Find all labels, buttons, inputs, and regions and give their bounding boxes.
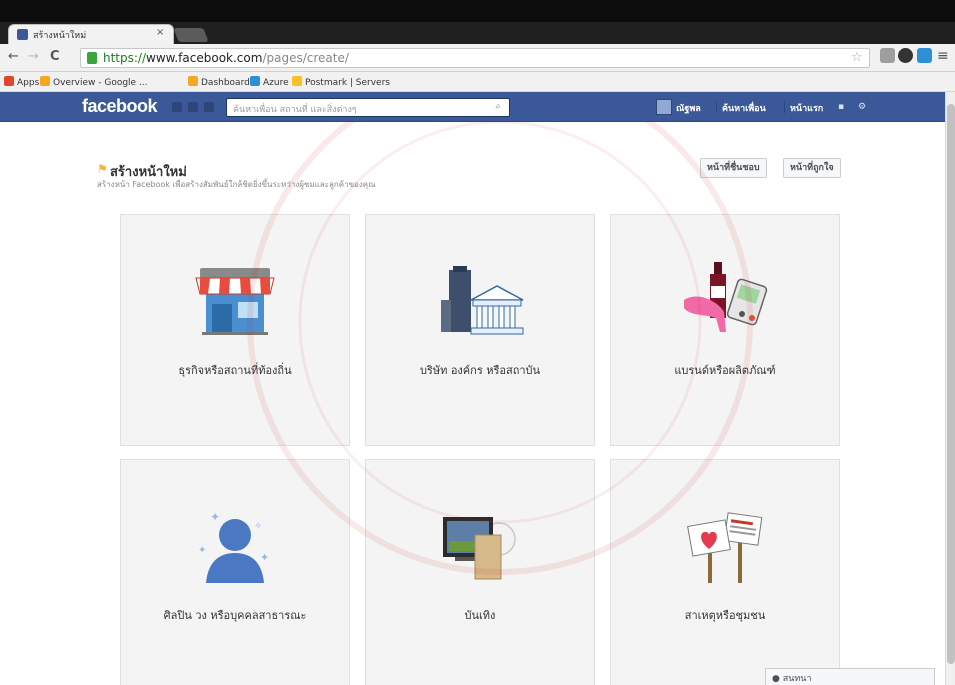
extension-blue-icon[interactable] (917, 48, 932, 63)
facebook-favicon-icon (17, 29, 28, 40)
category-label: สาเหตุหรือชุมชน (684, 609, 766, 622)
facebook-top-bar: facebook ค้นหาเพื่อน สถานที่ และสิ่งต่าง… (0, 92, 945, 122)
nav-divider (716, 101, 717, 113)
postmark-icon (292, 76, 302, 86)
svg-text:✦: ✦ (210, 510, 220, 524)
nav-home-link[interactable]: หน้าแรก (790, 101, 823, 115)
tab-close-icon[interactable]: × (156, 27, 164, 38)
bookmark-label: Postmark | Servers (305, 78, 390, 88)
category-label: ธุรกิจหรือสถานที่ท้องถิ่น (178, 364, 292, 377)
bookmark-azure[interactable]: Azure (250, 76, 289, 88)
avatar[interactable] (656, 99, 672, 115)
google-folder-icon (40, 76, 50, 86)
facebook-logo[interactable]: facebook (82, 96, 158, 117)
browser-menu-icon[interactable]: ≡ (937, 48, 949, 64)
apps-grid-icon (4, 76, 14, 86)
bookmark-postmark[interactable]: Postmark | Servers (292, 76, 390, 88)
category-card-local-business[interactable]: ธุรกิจหรือสถานที่ท้องถิ่น (120, 214, 350, 446)
brand-product-icon (684, 262, 768, 332)
category-label: ศิลปิน วง หรือบุคคลสาธารณะ (163, 609, 307, 622)
chat-label: ● สนทนา (772, 674, 812, 684)
bookmarks-bar: Apps Overview - Google ... Dashboard Azu… (0, 72, 955, 92)
notifications-icon[interactable] (204, 102, 214, 112)
search-placeholder: ค้นหาเพื่อน สถานที่ และสิ่งต่างๆ (233, 105, 357, 115)
category-card-cause-community[interactable]: สาเหตุหรือชุมชน (610, 459, 840, 685)
url-text: https://www.facebook.com/pages/create/ (103, 51, 349, 65)
search-icon[interactable]: ⌕ (495, 101, 501, 112)
url-scheme: https:// (103, 51, 147, 65)
liked-pages-button[interactable]: หน้าที่ชื่นชอบ (700, 158, 767, 178)
tab-title: สร้างหน้าใหม่ (33, 31, 87, 41)
entertainment-icon (443, 517, 516, 580)
page-flag-icon: ⚑ (97, 162, 108, 176)
nav-user-link[interactable]: ณัฐพล (676, 101, 701, 115)
lock-icon (87, 52, 97, 64)
bookmark-label: Azure (263, 78, 289, 88)
back-arrow-icon[interactable]: ← (8, 49, 19, 64)
bookmark-overview[interactable]: Overview - Google ... (40, 76, 148, 88)
category-card-public-figure[interactable]: ✦ ✧ ✦ ✦ ศิลปิน วง หรือบุคคลสาธารณะ (120, 459, 350, 685)
window-top-strip (0, 0, 955, 22)
reload-icon[interactable]: C (50, 49, 60, 64)
nav-divider (784, 101, 785, 113)
extension-icon[interactable] (880, 48, 895, 63)
bookmark-label: Apps (17, 78, 40, 88)
new-tab-button[interactable] (173, 28, 209, 42)
azure-icon (250, 76, 260, 86)
settings-gear-icon[interactable]: ⚙ (858, 102, 866, 112)
privacy-shortcuts-icon[interactable]: ▪ (838, 102, 844, 112)
bookmark-label: Overview - Google ... (53, 78, 148, 88)
storefront-icon (195, 268, 275, 335)
bookmark-label: Dashboard (201, 78, 250, 88)
category-card-entertainment[interactable]: บันเทิง (365, 459, 595, 685)
category-label: แบรนด์หรือผลิตภัณฑ์ (674, 364, 776, 377)
svg-text:✦: ✦ (198, 545, 206, 556)
chat-label-text: สนทนา (782, 674, 812, 684)
extension-dark-icon[interactable] (898, 48, 913, 63)
page-subtitle: สร้างหน้า Facebook เพื่อสร้างสัมพันธ์ใกล… (97, 180, 376, 189)
forward-arrow-icon[interactable]: → (28, 49, 39, 64)
dashboard-icon (188, 76, 198, 86)
browser-tab[interactable]: สร้างหน้าใหม่ × (8, 24, 174, 44)
facebook-search-input[interactable]: ค้นหาเพื่อน สถานที่ และสิ่งต่างๆ ⌕ (226, 98, 510, 117)
company-building-icon (441, 266, 524, 335)
bookmark-apps[interactable]: Apps (4, 76, 39, 88)
bookmark-star-icon[interactable]: ☆ (851, 50, 863, 65)
svg-text:✦: ✦ (260, 551, 269, 564)
friend-requests-icon[interactable] (172, 102, 182, 112)
address-bar[interactable]: https://www.facebook.com/pages/create/ ☆ (80, 48, 870, 68)
page-scrollbar[interactable] (945, 92, 955, 685)
chat-bar[interactable]: ● สนทนา (765, 668, 935, 685)
url-host: www.facebook.com (146, 51, 263, 65)
my-pages-button[interactable]: หน้าที่ถูกใจ (783, 158, 841, 178)
category-card-company[interactable]: บริษัท องค์กร หรือสถาบัน (365, 214, 595, 446)
browser-toolbar: ← → C https://www.facebook.com/pages/cre… (0, 44, 955, 72)
svg-text:✧: ✧ (254, 521, 262, 532)
bookmark-dashboard[interactable]: Dashboard (188, 76, 250, 88)
screenshot-root: สร้างหน้าใหม่ × ← → C https://www.facebo… (0, 0, 955, 685)
create-page-content: ⚑ สร้างหน้าใหม่ สร้างหน้า Facebook เพื่อ… (0, 122, 945, 685)
nav-find-friends-link[interactable]: ค้นหาเพื่อน (722, 101, 766, 115)
messages-icon[interactable] (188, 102, 198, 112)
scrollbar-thumb[interactable] (947, 104, 955, 664)
category-label: บริษัท องค์กร หรือสถาบัน (419, 364, 541, 377)
url-path: /pages/create/ (262, 51, 349, 65)
category-label: บันเทิง (464, 609, 496, 622)
category-card-brand-product[interactable]: แบรนด์หรือผลิตภัณฑ์ (610, 214, 840, 446)
public-figure-icon: ✦ ✧ ✦ ✦ (198, 510, 269, 583)
cause-community-icon (687, 512, 763, 583)
